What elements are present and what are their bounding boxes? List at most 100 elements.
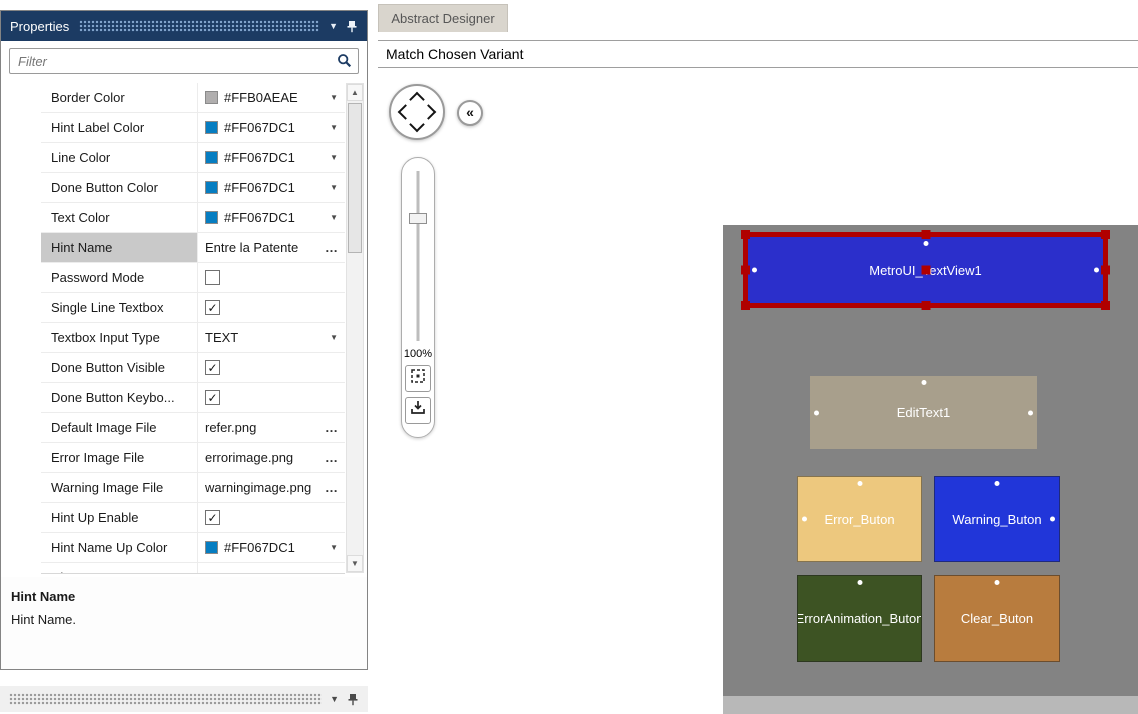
property-value[interactable]: [198, 263, 345, 292]
selection-handle[interactable]: [741, 301, 750, 310]
property-label[interactable]: Hint Label Color: [41, 113, 198, 142]
property-row[interactable]: Default Image File refer.png…: [41, 413, 345, 443]
property-row[interactable]: Hint Name Up Color #FF067DC1 ▼: [41, 533, 345, 563]
property-label[interactable]: Hint Up Enable: [41, 503, 198, 532]
property-row[interactable]: Warning Image File warningimage.png…: [41, 473, 345, 503]
property-label[interactable]: Hint Name: [41, 233, 198, 262]
dropdown-arrow-icon[interactable]: ▼: [330, 183, 338, 192]
canvas-control-ErrorAnimation_Buton[interactable]: ErrorAnimation_Buton: [797, 575, 922, 662]
dropdown-arrow-icon[interactable]: ▼: [330, 213, 338, 222]
property-value[interactable]: errorimage.png…: [198, 443, 345, 472]
filter-input[interactable]: [9, 48, 359, 74]
variant-toolbar[interactable]: Match Chosen Variant: [378, 40, 1138, 68]
pin-icon[interactable]: [346, 20, 358, 33]
properties-panel-header[interactable]: Properties ▼: [1, 11, 367, 41]
property-value[interactable]: ✓: [198, 503, 345, 532]
pan-down-icon[interactable]: [409, 116, 425, 133]
export-button[interactable]: [405, 397, 431, 424]
checkbox[interactable]: ✓: [205, 390, 220, 405]
color-swatch[interactable]: [205, 91, 218, 104]
property-row[interactable]: Hint Label Color #FF067DC1 ▼: [41, 113, 345, 143]
property-row[interactable]: Text Color #FF067DC1 ▼: [41, 203, 345, 233]
canvas-control-Clear_Buton[interactable]: Clear_Buton: [934, 575, 1060, 662]
canvas-control-Warning_Buton[interactable]: Warning_Buton: [934, 476, 1060, 562]
selection-handle[interactable]: [921, 265, 930, 275]
property-row[interactable]: Error Image File errorimage.png…: [41, 443, 345, 473]
scrollbar-up-button[interactable]: ▲: [347, 84, 363, 101]
selection-handle[interactable]: [741, 230, 750, 239]
bottom-panel-strip[interactable]: ▼: [0, 686, 368, 712]
property-value[interactable]: #FF067DC1 ▼: [198, 173, 345, 202]
property-value[interactable]: #FF067DC1 ▼: [198, 203, 345, 232]
selection-handle[interactable]: [741, 265, 750, 275]
property-label[interactable]: Textbox Input Type: [41, 323, 198, 352]
collapse-button[interactable]: «: [457, 100, 483, 126]
scrollbar-thumb[interactable]: [348, 103, 362, 253]
selection-handle[interactable]: [921, 230, 930, 239]
property-label[interactable]: Done Button Color: [41, 173, 198, 202]
anchor-dot[interactable]: [857, 580, 862, 585]
canvas-control-EditText1[interactable]: EditText1: [810, 376, 1037, 449]
pan-right-icon[interactable]: [420, 104, 437, 120]
anchor-dot[interactable]: [1050, 516, 1055, 522]
ellipsis-button[interactable]: …: [325, 420, 338, 435]
property-row[interactable]: Done Button Visible ✓: [41, 353, 345, 383]
checkbox[interactable]: ✓: [205, 300, 220, 315]
checkbox[interactable]: ✓: [205, 360, 220, 375]
color-swatch[interactable]: [205, 211, 218, 224]
property-value[interactable]: #FFB0AEAE ▼: [198, 83, 345, 112]
property-label[interactable]: Warning Image File: [41, 473, 198, 502]
property-row[interactable]: Single Line Textbox ✓: [41, 293, 345, 323]
property-row[interactable]: Textbox Input Type TEXT ▼: [41, 323, 345, 353]
designer-canvas[interactable]: MetroUI_TextView1 EditText1 Error_Buton War…: [723, 225, 1138, 696]
anchor-dot[interactable]: [994, 481, 1000, 486]
property-label[interactable]: Hint Name Up Color: [41, 533, 198, 562]
dropdown-arrow-icon[interactable]: ▼: [330, 153, 338, 162]
checkbox[interactable]: [205, 270, 220, 285]
anchor-dot[interactable]: [994, 580, 1000, 585]
anchor-dot[interactable]: [802, 516, 807, 522]
property-row[interactable]: Hint Name Up TextPatente…: [41, 563, 345, 573]
property-row[interactable]: Password Mode: [41, 263, 345, 293]
scrollbar-down-button[interactable]: ▼: [347, 555, 363, 572]
property-label[interactable]: Done Button Visible: [41, 353, 198, 382]
property-label[interactable]: Border Color: [41, 83, 198, 112]
zoom-slider-thumb[interactable]: [409, 213, 427, 224]
property-value[interactable]: #FF067DC1 ▼: [198, 143, 345, 172]
pan-control[interactable]: [389, 84, 445, 140]
property-value[interactable]: TEXT ▼: [198, 323, 345, 352]
property-value[interactable]: #FF067DC1 ▼: [198, 113, 345, 142]
property-row[interactable]: Hint Name Entre la Patente…: [41, 233, 345, 263]
color-swatch[interactable]: [205, 151, 218, 164]
zoom-slider-track[interactable]: [416, 171, 420, 341]
property-value[interactable]: ✓: [198, 383, 345, 412]
property-label[interactable]: Default Image File: [41, 413, 198, 442]
property-value[interactable]: ✓: [198, 353, 345, 382]
property-row[interactable]: Done Button Color #FF067DC1 ▼: [41, 173, 345, 203]
anchor-dot[interactable]: [857, 481, 862, 486]
dropdown-arrow-icon[interactable]: ▼: [330, 93, 338, 102]
checkbox[interactable]: ✓: [205, 510, 220, 525]
ellipsis-button[interactable]: …: [325, 480, 338, 495]
property-row[interactable]: Done Button Keybo... ✓: [41, 383, 345, 413]
property-value[interactable]: Entre la Patente…: [198, 233, 345, 262]
anchor-dot[interactable]: [1028, 410, 1033, 415]
pin-icon[interactable]: [347, 693, 359, 706]
canvas-control-Error_Buton[interactable]: Error_Buton: [797, 476, 922, 562]
anchor-dot[interactable]: [752, 267, 757, 273]
anchor-dot[interactable]: [921, 380, 926, 385]
property-value[interactable]: Patente…: [198, 563, 345, 573]
search-icon[interactable]: [337, 53, 352, 73]
chevron-down-icon[interactable]: ▼: [330, 694, 339, 704]
color-swatch[interactable]: [205, 541, 218, 554]
property-value[interactable]: ✓: [198, 293, 345, 322]
selection-handle[interactable]: [1101, 301, 1110, 310]
color-swatch[interactable]: [205, 181, 218, 194]
property-label[interactable]: Text Color: [41, 203, 198, 232]
ellipsis-button[interactable]: …: [325, 450, 338, 465]
dropdown-arrow-icon[interactable]: ▼: [330, 123, 338, 132]
ellipsis-button[interactable]: …: [325, 570, 338, 573]
property-row[interactable]: Line Color #FF067DC1 ▼: [41, 143, 345, 173]
property-label[interactable]: Line Color: [41, 143, 198, 172]
dropdown-arrow-icon[interactable]: ▼: [330, 543, 338, 552]
